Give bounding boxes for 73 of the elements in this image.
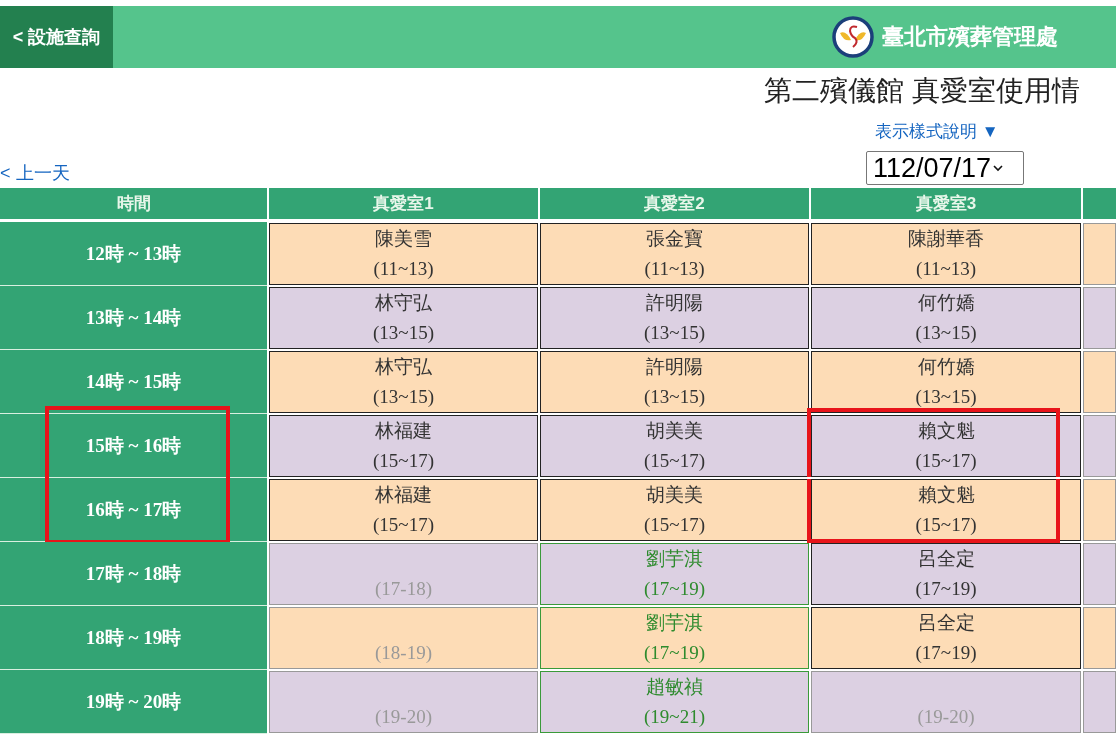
previous-day-link[interactable]: < 上一天 — [0, 161, 70, 185]
time-range: (11~13) — [915, 258, 977, 280]
time-label: 14時 ~ 15時 — [85, 369, 182, 394]
logo-icon — [832, 16, 874, 58]
deceased-name: 林守弘 — [375, 355, 432, 379]
time-label: 19時 ~ 20時 — [85, 689, 182, 714]
deceased-name: 何竹嬌 — [917, 291, 975, 315]
deceased-name: 陳美雪 — [375, 227, 432, 251]
back-button[interactable]: < 設施查詢 — [0, 6, 113, 68]
chevron-icon — [993, 164, 1004, 172]
time-label: 18時 ~ 19時 — [85, 625, 182, 650]
time-range: (18-19) — [375, 642, 432, 664]
deceased-name: 張金寶 — [646, 227, 703, 251]
time-range: (19~21) — [644, 706, 705, 728]
time-label: 12時 ~ 13時 — [85, 241, 182, 266]
booking-cell — [1083, 415, 1116, 477]
deceased-name: 劉芋淇 — [646, 611, 703, 635]
deceased-name: 林福建 — [375, 419, 432, 443]
deceased-name: 何竹嬌 — [917, 355, 975, 379]
org-name: 臺北市殯葬管理處 — [882, 23, 1058, 51]
column-header: 真愛室3 — [811, 188, 1081, 219]
deceased-name: 許明陽 — [646, 291, 703, 315]
page-title: 第二殯儀館 真愛室使用情 — [764, 74, 1080, 108]
booking-cell — [1083, 287, 1116, 349]
deceased-name: 賴文魁 — [917, 483, 975, 507]
column-header: 時間 — [0, 188, 267, 219]
booking-cell — [1083, 479, 1116, 541]
time-range: (15~17) — [373, 450, 434, 472]
time-range: (13~15) — [644, 386, 705, 408]
booking-cell — [1083, 223, 1116, 285]
deceased-name: 呂全定 — [917, 547, 975, 571]
deceased-name: 林福建 — [375, 483, 432, 507]
time-range: (13~15) — [915, 386, 977, 408]
time-range: (17~19) — [644, 642, 705, 664]
column-header: 真愛室1 — [269, 188, 538, 219]
time-range: (15~17) — [644, 514, 705, 536]
deceased-name: 林守弘 — [375, 291, 432, 315]
column-header — [1083, 188, 1116, 219]
deceased-name: 陳謝華香 — [908, 227, 984, 251]
time-range: (13~15) — [915, 322, 977, 344]
deceased-name: 胡美美 — [646, 419, 703, 443]
time-range: (15~17) — [644, 450, 705, 472]
time-range: (15~17) — [915, 450, 977, 472]
column-header: 真愛室2 — [540, 188, 809, 219]
time-range: (17~19) — [915, 642, 977, 664]
time-range: (19-20) — [375, 706, 432, 728]
deceased-name: 趙敏禎 — [646, 675, 703, 699]
time-range: (19-20) — [917, 706, 975, 728]
booking-cell — [1083, 671, 1116, 733]
time-range: (13~15) — [373, 322, 434, 344]
time-range: (15~17) — [373, 514, 434, 536]
time-range: (17~19) — [644, 578, 705, 600]
deceased-name: 呂全定 — [917, 611, 975, 635]
time-label: 13時 ~ 14時 — [85, 305, 182, 330]
time-range: (11~13) — [644, 258, 705, 280]
legend-link[interactable]: 表示樣式說明 ▼ — [875, 120, 999, 143]
time-range: (13~15) — [373, 386, 434, 408]
booking-cell — [1083, 351, 1116, 413]
time-range: (15~17) — [915, 514, 977, 536]
deceased-name: 劉芋淇 — [646, 547, 703, 571]
time-range: (17-18) — [375, 578, 432, 600]
time-range: (13~15) — [644, 322, 705, 344]
date-select[interactable]: 112/07/17 — [866, 151, 1024, 185]
deceased-name: 許明陽 — [646, 355, 703, 379]
time-label: 15時 ~ 16時 — [85, 433, 182, 458]
deceased-name: 胡美美 — [646, 483, 703, 507]
booking-cell — [1083, 607, 1116, 669]
time-range: (11~13) — [373, 258, 434, 280]
time-range: (17~19) — [915, 578, 977, 600]
time-label: 17時 ~ 18時 — [85, 561, 182, 586]
booking-cell — [1083, 543, 1116, 605]
deceased-name: 賴文魁 — [917, 419, 975, 443]
time-label: 16時 ~ 17時 — [85, 497, 182, 522]
